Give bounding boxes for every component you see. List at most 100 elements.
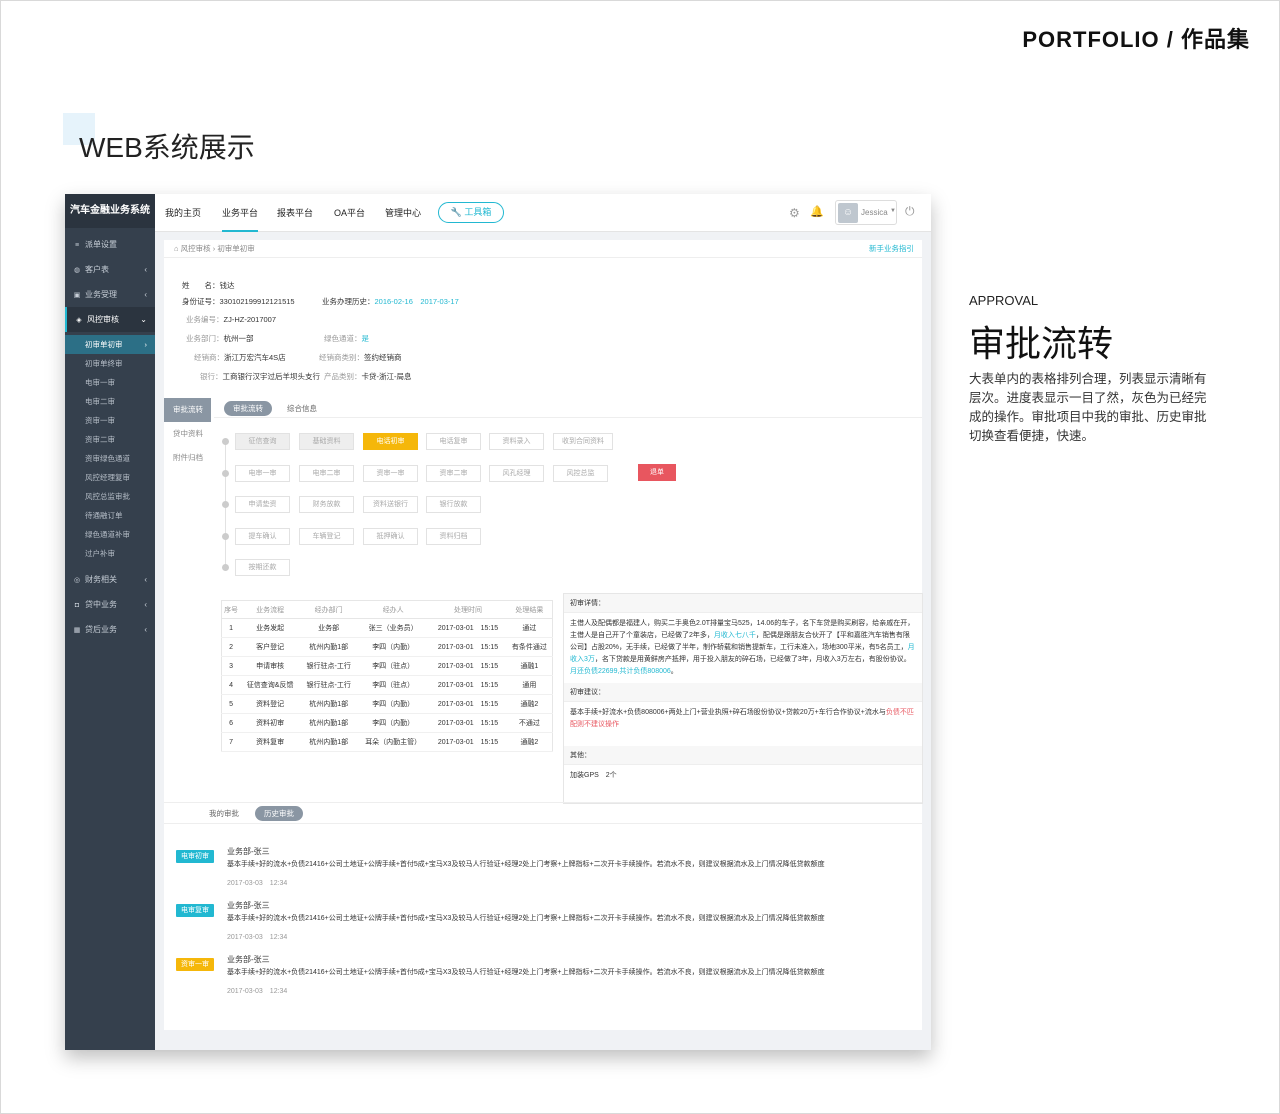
sidebar-item-risk[interactable]: ◈ 风控审核 ⌄: [65, 307, 155, 332]
table-cell: 有条件通过: [506, 637, 553, 657]
tab-flow[interactable]: 审批流转: [224, 401, 272, 416]
history-time: 2017-03-03 12:34: [227, 988, 288, 995]
flow-step[interactable]: 资审二审: [426, 465, 481, 482]
tab-loan-materials[interactable]: 贷中资料: [164, 422, 211, 446]
flow-step[interactable]: 收到合同资料: [553, 433, 613, 450]
sidebar-subitem[interactable]: 电审一审: [65, 373, 155, 392]
return-button[interactable]: 退单: [638, 464, 676, 481]
flow-step[interactable]: 风孔经理: [489, 465, 544, 482]
flow-step[interactable]: 资料录入: [489, 433, 544, 450]
history-link[interactable]: 2016-02-16: [375, 297, 413, 306]
approval-title: 审批流转: [969, 323, 1114, 364]
sidebar-item-inloan[interactable]: ◘ 贷中业务 ‹: [65, 592, 155, 617]
top-nav-bar: 我的主页 业务平台 报表平台 OA平台 管理中心 🔧 工具箱 ⚙ 🔔 ☺ Jes…: [155, 194, 931, 232]
flow-step[interactable]: 抵押确认: [363, 528, 418, 545]
chevron-down-icon: ⌄: [140, 315, 147, 324]
sidebar-subitem[interactable]: 初审单终审: [65, 354, 155, 373]
breadcrumb-root[interactable]: 风控审核: [181, 244, 211, 253]
table-cell: 杭州内勤1部: [300, 732, 358, 752]
table-cell: 通融1: [506, 656, 553, 676]
sidebar-subitem[interactable]: 过户补审: [65, 544, 155, 563]
sidebar-item-dispatch[interactable]: ≡ 派单设置: [65, 232, 155, 257]
approval-tabs: 审批流转 综合信息: [214, 398, 922, 418]
history-tag: 资审一审: [176, 958, 214, 971]
table-cell: 通融2: [506, 694, 553, 714]
table-cell: 1: [221, 618, 241, 638]
table-cell: 李四（内勤）: [357, 694, 430, 714]
flow-step[interactable]: 风控总监: [553, 465, 608, 482]
sidebar-subitem[interactable]: 绿色通道补审: [65, 525, 155, 544]
flow-step[interactable]: 电审一审: [235, 465, 290, 482]
other-text: 加装GPS 2个: [570, 772, 617, 779]
sidebar-subitem[interactable]: 风控总监审批: [65, 487, 155, 506]
history-link[interactable]: 2017-03-17: [420, 297, 458, 306]
tab-my-approvals[interactable]: 我的审批: [200, 806, 248, 821]
chevron-left-icon: ‹: [144, 600, 147, 609]
flow-step[interactable]: 资料送银行: [363, 496, 418, 513]
flow-step[interactable]: 提车确认: [235, 528, 290, 545]
flow-step[interactable]: 财务放款: [299, 496, 354, 513]
customer-id: 身份证号：330102199912121515: [182, 297, 295, 306]
sidebar-item-finance[interactable]: ◎ 财务相关 ‹: [65, 567, 155, 592]
tab-overview[interactable]: 综合信息: [278, 401, 326, 416]
history-time: 2017-03-03 12:34: [227, 880, 288, 887]
history-tabs: 我的审批 历史审批: [164, 802, 922, 824]
history-text: 基本手续+好的流水+负债21416+公司土地证+公牌手续+首付5成+宝马X3及较…: [227, 915, 825, 922]
sidebar-item-business[interactable]: ▣ 业务受理 ‹: [65, 282, 155, 307]
history-time: 2017-03-03 12:34: [227, 934, 288, 941]
flow-step[interactable]: 申请垫资: [235, 496, 290, 513]
flow-step-current[interactable]: 电话初审: [363, 433, 418, 450]
sidebar-subitem[interactable]: 初审单初审 ›: [65, 335, 155, 354]
tab-business-platform[interactable]: 业务平台: [222, 194, 259, 232]
user-menu[interactable]: ☺ Jessica ▼: [835, 200, 897, 225]
tab-approval-flow[interactable]: 审批流转: [164, 398, 211, 422]
toolbox-button[interactable]: 🔧 工具箱: [438, 202, 504, 223]
table-row: 4 征信查询&反馈 银行驻点-工行 李四（驻点） 2017-03-01 15:15 通用: [221, 675, 553, 695]
sidebar-subitem[interactable]: 电审二审: [65, 392, 155, 411]
tab-report-platform[interactable]: 报表平台: [277, 194, 313, 232]
tab-history-approvals[interactable]: 历史审批: [255, 806, 303, 821]
col-header: 处理时间: [429, 600, 507, 619]
table-body: 1 业务发起 业务部 张三（业务员） 2017-03-01 15:15 通过 2 客户登记 杭州…: [221, 618, 553, 752]
flow-step[interactable]: 电审二审: [299, 465, 354, 482]
flow-step[interactable]: 资审一审: [363, 465, 418, 482]
gear-icon[interactable]: ⚙: [789, 206, 800, 220]
advice-heading: 初审建议：: [564, 683, 922, 702]
flow-step[interactable]: 征信查询: [235, 433, 290, 450]
folder-icon: ▣: [73, 292, 81, 299]
table-cell: 2017-03-01 15:15: [429, 732, 507, 752]
flow-step[interactable]: 电话复审: [426, 433, 481, 450]
flow-step[interactable]: 车辆登记: [299, 528, 354, 545]
approval-description: 大表单内的表格排列合理，列表显示清晰有层次。进度表显示一目了然，灰色为已经完成的…: [969, 372, 1207, 443]
sidebar-subitem[interactable]: 风控经理复审: [65, 468, 155, 487]
table-cell: 7: [221, 732, 241, 752]
table-cell: 2: [221, 637, 241, 657]
flow-step[interactable]: 银行放款: [426, 496, 481, 513]
customer-name: 姓 名：钱达: [182, 281, 235, 290]
sidebar-subitem[interactable]: 待通融订单: [65, 506, 155, 525]
sidebar-subitem[interactable]: 资审二审: [65, 430, 155, 449]
tab-management[interactable]: 管理中心: [385, 194, 421, 232]
sidebar-item-customers[interactable]: ◍ 客户表 ‹: [65, 257, 155, 282]
tab-home[interactable]: 我的主页: [165, 194, 201, 232]
table-cell: 通用: [506, 675, 553, 695]
table-cell: 5: [221, 694, 241, 714]
table-cell: 2017-03-01 15:15: [429, 656, 507, 676]
tab-oa-platform[interactable]: OA平台: [334, 194, 365, 232]
sidebar-subitem[interactable]: 资审绿色通道: [65, 449, 155, 468]
table-cell: 通融2: [506, 732, 553, 752]
sidebar-item-postloan[interactable]: ▦ 贷后业务 ‹: [65, 617, 155, 642]
flow-step[interactable]: 按期还款: [235, 559, 290, 576]
flow-step[interactable]: 资料归档: [426, 528, 481, 545]
business-no: 业务编号：ZJ-HZ-2017007: [186, 315, 277, 324]
tab-attachments[interactable]: 附件归档: [164, 446, 211, 470]
chevron-left-icon: ‹: [144, 575, 147, 584]
flow-step[interactable]: 基础资料: [299, 433, 354, 450]
bell-icon[interactable]: 🔔: [810, 205, 824, 218]
sidebar-subitem[interactable]: 资审一审: [65, 411, 155, 430]
sidebar: 汽车金融业务系统 ≡ 派单设置 ◍ 客户表 ‹ ▣ 业务受理 ‹ ◈ 风控审核 ⌄ 初审单初审…: [65, 194, 155, 1050]
table-row: 7 资料复审 杭州内勤1部 耳朵（内勤主管） 2017-03-01 15:15 通融2: [221, 732, 553, 752]
guide-link[interactable]: 新手业务指引: [869, 240, 914, 258]
power-icon[interactable]: ⏻: [905, 204, 915, 219]
table-cell: 耳朵（内勤主管）: [357, 732, 430, 752]
